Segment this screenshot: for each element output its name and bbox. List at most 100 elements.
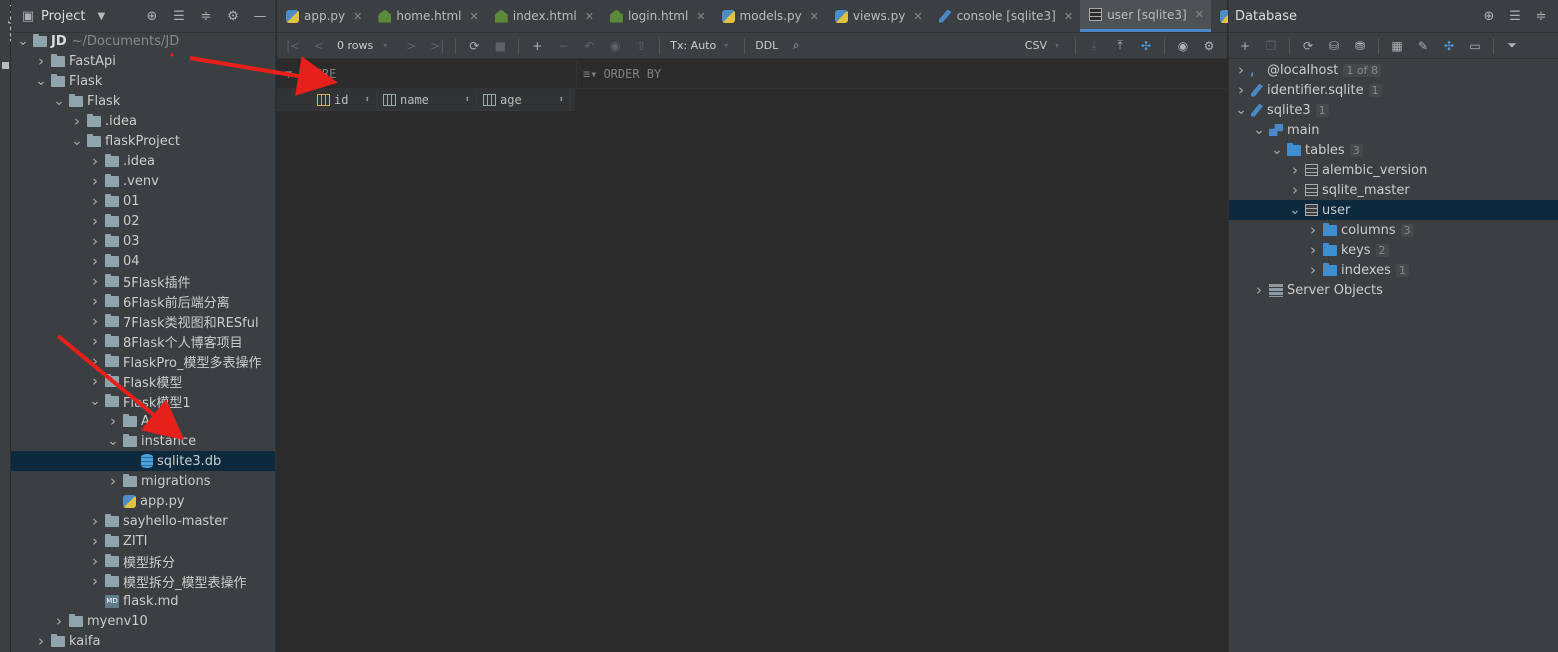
- column-header[interactable]: age ⬍: [477, 89, 571, 110]
- chevron-right-icon[interactable]: ›: [1289, 181, 1301, 199]
- tree-item[interactable]: › .venv: [11, 171, 275, 191]
- db-tree-item[interactable]: ⌄ user: [1229, 200, 1558, 220]
- db-tree-item[interactable]: › alembic_version: [1229, 160, 1558, 180]
- sort-icon[interactable]: ⬍: [559, 95, 564, 105]
- submit-icon[interactable]: ⇧: [633, 39, 649, 53]
- close-icon[interactable]: ✕: [470, 10, 479, 23]
- chevron-down-icon[interactable]: ⌄: [35, 73, 47, 89]
- order-by-filter[interactable]: ≡▾ ORDER BY: [577, 67, 661, 81]
- copy-icon[interactable]: ❐: [1263, 39, 1279, 53]
- table-view-icon[interactable]: ▦: [1389, 39, 1405, 53]
- chevron-right-icon[interactable]: ›: [1307, 261, 1319, 279]
- chevron-right-icon[interactable]: ›: [89, 232, 101, 250]
- chevron-right-icon[interactable]: ›: [1307, 221, 1319, 239]
- chevron-right-icon[interactable]: ›: [1307, 241, 1319, 259]
- sort-icon[interactable]: ⬍: [465, 95, 470, 105]
- search-icon[interactable]: ⌕: [788, 38, 804, 53]
- chevron-right-icon[interactable]: ›: [89, 512, 101, 530]
- close-icon[interactable]: ✕: [696, 10, 705, 23]
- tree-item[interactable]: ⌄ Flask: [11, 91, 275, 111]
- chevron-down-icon[interactable]: ⌄: [53, 93, 65, 109]
- chevron-right-icon[interactable]: ›: [89, 352, 101, 370]
- export-format-dropdown[interactable]: CSV: [1025, 39, 1047, 52]
- tree-item[interactable]: › 7Flask类视图和RESful: [11, 311, 275, 331]
- chevron-down-icon[interactable]: ⌄: [89, 393, 101, 409]
- tree-item[interactable]: › 03: [11, 231, 275, 251]
- editor-tab[interactable]: app.py ✕: [277, 0, 369, 32]
- tree-item[interactable]: › .idea: [11, 111, 275, 131]
- tree-item[interactable]: app.py: [11, 491, 275, 511]
- chevron-right-icon[interactable]: ›: [1289, 161, 1301, 179]
- chevron-right-icon[interactable]: ›: [89, 572, 101, 590]
- filter-icon[interactable]: ⏷: [1504, 38, 1520, 53]
- tree-item[interactable]: › ZITI: [11, 531, 275, 551]
- reload-icon[interactable]: ⟳: [466, 39, 482, 53]
- chevron-right-icon[interactable]: ›: [53, 612, 65, 630]
- tree-item[interactable]: › .idea: [11, 151, 275, 171]
- editor-tab[interactable]: views.py ✕: [826, 0, 930, 32]
- project-tool-window-strip[interactable]: Project: [0, 0, 20, 652]
- tree-item[interactable]: › App: [11, 411, 275, 431]
- tree-item[interactable]: › 8Flask个人博客项目: [11, 331, 275, 351]
- chevron-right-icon[interactable]: ›: [89, 172, 101, 190]
- chevron-right-icon[interactable]: ›: [35, 632, 47, 650]
- tree-item[interactable]: › 6Flask前后端分离: [11, 291, 275, 311]
- ddl-button[interactable]: DDL: [755, 39, 778, 52]
- chevron-right-icon[interactable]: ›: [107, 472, 119, 490]
- transaction-mode-dropdown[interactable]: Tx: Auto: [670, 39, 716, 52]
- schema-sync-icon[interactable]: ⛁: [1326, 39, 1342, 53]
- db-tree-item[interactable]: ⌄ tables 3: [1229, 140, 1558, 160]
- tree-item[interactable]: ⌄ Flask: [11, 71, 275, 91]
- gear-icon[interactable]: ⚙: [226, 9, 240, 24]
- db-tree-item[interactable]: › identifier.sqlite 1: [1229, 80, 1558, 100]
- chevron-right-icon[interactable]: ›: [107, 412, 119, 430]
- disconnect-icon[interactable]: ⛃: [1352, 39, 1368, 53]
- chevron-down-icon[interactable]: ⌄: [1235, 102, 1247, 118]
- editor-tab[interactable]: index.html ✕: [486, 0, 601, 32]
- chevron-right-icon[interactable]: ›: [89, 272, 101, 290]
- download-icon[interactable]: ⤓: [1086, 38, 1102, 53]
- tree-item[interactable]: › FlaskPro_模型多表操作: [11, 351, 275, 371]
- eye-icon[interactable]: ◉: [1175, 39, 1191, 53]
- expand-all-icon[interactable]: ☰: [1508, 9, 1522, 24]
- chevron-right-icon[interactable]: ›: [89, 212, 101, 230]
- chevron-right-icon[interactable]: ›: [89, 532, 101, 550]
- chevron-right-icon[interactable]: ›: [35, 52, 47, 70]
- column-header[interactable]: name ⬍: [377, 89, 477, 110]
- sort-icon[interactable]: ⬍: [365, 95, 370, 105]
- tree-item[interactable]: › 模型拆分_模型表操作: [11, 571, 275, 591]
- tree-item[interactable]: › 04: [11, 251, 275, 271]
- tree-item[interactable]: › 02: [11, 211, 275, 231]
- chevron-right-icon[interactable]: ›: [89, 152, 101, 170]
- add-icon[interactable]: +: [1237, 39, 1253, 53]
- project-panel-title[interactable]: Project: [41, 9, 85, 24]
- stop-icon[interactable]: ■: [492, 39, 508, 53]
- console-icon[interactable]: ▭: [1467, 39, 1483, 53]
- editor-tab[interactable]: login.html ✕: [601, 0, 713, 32]
- where-filter[interactable]: ▼ WHERE: [277, 59, 577, 88]
- chevron-right-icon[interactable]: ›: [1235, 61, 1247, 79]
- db-tree-item[interactable]: › columns 3: [1229, 220, 1558, 240]
- tree-item[interactable]: › Flask模型: [11, 371, 275, 391]
- tree-item[interactable]: › sayhello-master: [11, 511, 275, 531]
- tree-item[interactable]: sqlite3.db: [11, 451, 275, 471]
- chevron-down-icon[interactable]: ⌄: [1289, 202, 1301, 218]
- editor-tab[interactable]: console [sqlite3] ✕: [930, 0, 1081, 32]
- previous-page-icon[interactable]: <: [311, 39, 327, 53]
- chevron-right-icon[interactable]: ›: [89, 372, 101, 390]
- next-page-icon[interactable]: >: [403, 39, 419, 53]
- chevron-down-icon[interactable]: ⌄: [71, 133, 83, 149]
- chevron-down-icon[interactable]: ▾: [1049, 41, 1065, 50]
- close-icon[interactable]: ✕: [913, 10, 922, 23]
- tree-item[interactable]: › myenv10: [11, 611, 275, 631]
- chevron-down-icon[interactable]: ▼: [97, 11, 105, 22]
- refresh-icon[interactable]: ⟳: [1300, 39, 1316, 53]
- chevron-down-icon[interactable]: ⌄: [17, 33, 29, 49]
- tree-item[interactable]: › 01: [11, 191, 275, 211]
- expand-all-icon[interactable]: ☰: [172, 9, 186, 24]
- tree-item[interactable]: MD flask.md: [11, 591, 275, 611]
- chevron-right-icon[interactable]: ›: [89, 312, 101, 330]
- db-tree-item[interactable]: › @localhost 1 of 8: [1229, 60, 1558, 80]
- close-icon[interactable]: ✕: [353, 10, 362, 23]
- chevron-down-icon[interactable]: ⌄: [107, 433, 119, 449]
